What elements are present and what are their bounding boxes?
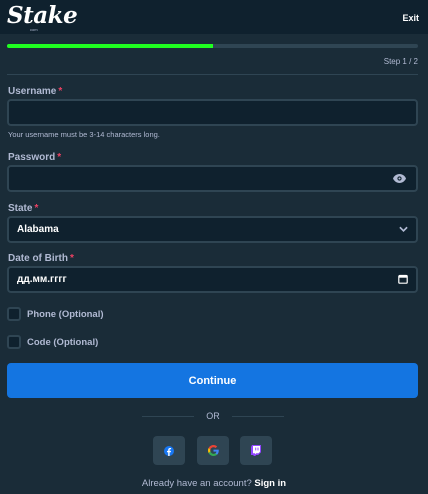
state-label: State * [8, 203, 38, 214]
step-indicator: Step 1 / 2 [383, 57, 418, 66]
stake-logo[interactable]: Stake [7, 2, 78, 29]
code-label: Code (Optional) [27, 336, 99, 348]
facebook-icon [164, 445, 174, 456]
password-input[interactable] [7, 165, 418, 192]
progress-fill [7, 44, 213, 48]
code-checkbox[interactable] [7, 335, 21, 349]
state-select[interactable]: Alabama [7, 216, 418, 243]
signin-question: Already have an account? [141, 478, 252, 489]
dob-placeholder: дд.мм.гггг [17, 274, 67, 285]
google-login-button[interactable] [197, 436, 229, 465]
username-hint: Your username must be 3-14 characters lo… [8, 130, 160, 139]
username-input[interactable] [7, 99, 418, 126]
chevron-down-icon [399, 226, 408, 232]
required-marker: * [57, 152, 62, 163]
or-divider-right [232, 416, 284, 417]
progress-bar [7, 44, 418, 48]
eye-icon[interactable] [393, 174, 406, 183]
dob-label-text: Date of Birth [8, 253, 68, 264]
google-icon [207, 445, 219, 456]
password-label-text: Password [8, 152, 56, 163]
phone-label: Phone (Optional) [27, 308, 104, 320]
signin-prompt: Already have an account? Sign in [0, 478, 428, 489]
twitch-login-button[interactable] [240, 436, 272, 465]
state-label-text: State [8, 203, 33, 214]
required-marker: * [58, 86, 63, 97]
exit-button[interactable]: Exit [402, 13, 419, 23]
password-label: Password * [8, 152, 61, 163]
calendar-icon[interactable] [398, 274, 408, 284]
or-text: OR [206, 411, 220, 421]
signin-link[interactable]: Sign in [254, 478, 286, 489]
state-value: Alabama [17, 224, 59, 235]
dob-label: Date of Birth * [8, 253, 74, 264]
continue-button[interactable]: Continue [7, 363, 418, 398]
phone-checkbox[interactable] [7, 307, 21, 321]
username-label: Username * [8, 86, 62, 97]
dob-input[interactable]: дд.мм.гггг [7, 266, 418, 293]
twitch-icon [251, 445, 261, 456]
required-marker: * [70, 253, 74, 264]
required-marker: * [34, 203, 39, 214]
header: Stake com Exit [0, 0, 428, 34]
logo-subtext: com [30, 27, 38, 32]
code-optional-row[interactable]: Code (Optional) [7, 335, 98, 349]
phone-optional-row[interactable]: Phone (Optional) [7, 307, 104, 321]
divider [7, 74, 418, 75]
or-divider-left [142, 416, 194, 417]
facebook-login-button[interactable] [153, 436, 185, 465]
username-label-text: Username [8, 86, 57, 97]
